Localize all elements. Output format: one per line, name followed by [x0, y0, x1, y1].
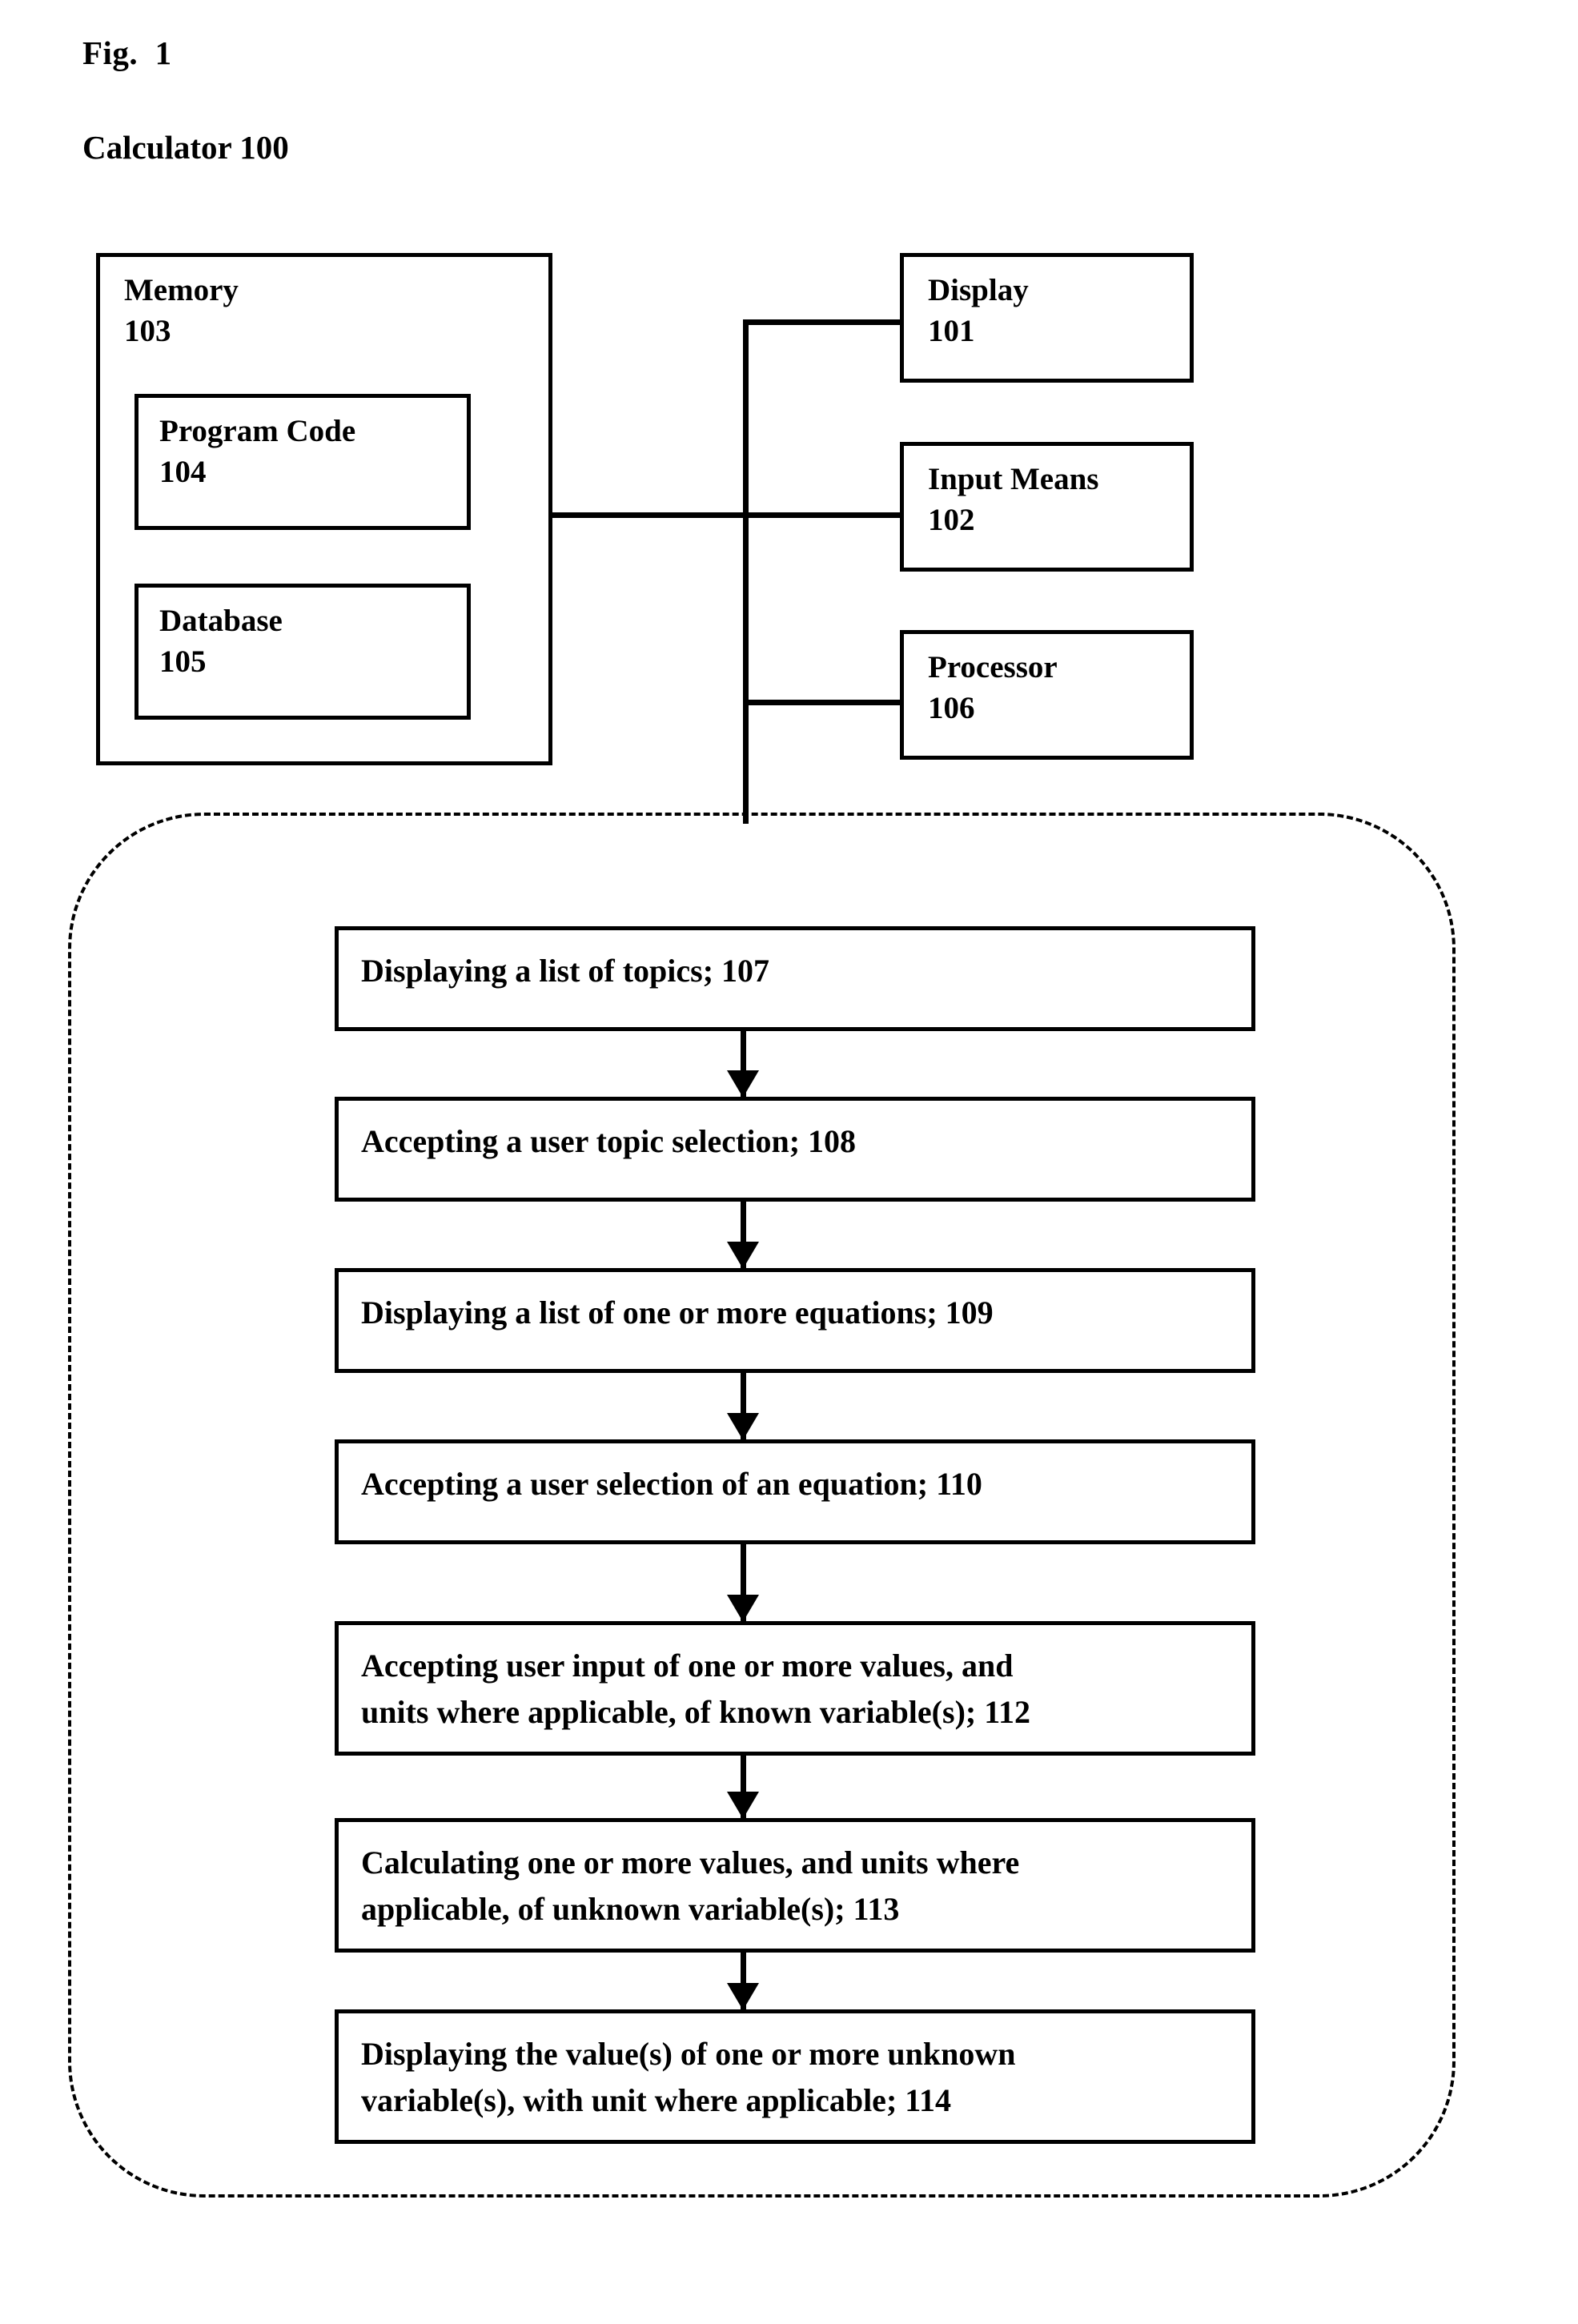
- arrow-head-icon: [727, 1983, 759, 2010]
- step-line: applicable, of unknown variable(s); 113: [361, 1891, 900, 1927]
- program-code-label: Program Code 104: [159, 411, 355, 493]
- step-box-112[interactable]: Accepting user input of one or more valu…: [335, 1621, 1255, 1756]
- step-line: Accepting a user selection of an equatio…: [361, 1466, 982, 1502]
- step-box-110[interactable]: Accepting a user selection of an equatio…: [335, 1439, 1255, 1544]
- memory-ref: 103: [124, 314, 171, 349]
- display-ref: 101: [928, 314, 975, 349]
- input-means-block-label: Input Means 102: [928, 459, 1098, 541]
- step-box-109[interactable]: Displaying a list of one or more equatio…: [335, 1268, 1255, 1373]
- bus-memory-segment: [551, 512, 749, 518]
- step-line: Displaying a list of one or more equatio…: [361, 1294, 994, 1331]
- step-box-108[interactable]: Accepting a user topic selection; 108: [335, 1097, 1255, 1202]
- step-box-114[interactable]: Displaying the value(s) of one or more u…: [335, 2009, 1255, 2144]
- arrow-head-icon: [727, 1595, 759, 1622]
- step-line: Displaying a list of topics; 107: [361, 953, 770, 989]
- memory-name: Memory: [124, 273, 239, 307]
- database-ref: 105: [159, 644, 207, 680]
- processor-block: Processor 106: [900, 630, 1194, 760]
- step-text-110: Accepting a user selection of an equatio…: [361, 1461, 1240, 1507]
- arrow-113-to-114: [727, 1953, 759, 2010]
- bus-display-branch: [743, 319, 903, 325]
- step-line: Accepting a user topic selection; 108: [361, 1123, 857, 1159]
- program-code-ref: 104: [159, 455, 207, 490]
- display-block-label: Display 101: [928, 270, 1029, 352]
- program-code-name: Program Code: [159, 414, 356, 448]
- processor-block-label: Processor 106: [928, 647, 1058, 729]
- step-text-107: Displaying a list of topics; 107: [361, 948, 1240, 994]
- display-name: Display: [928, 273, 1029, 307]
- step-text-109: Displaying a list of one or more equatio…: [361, 1290, 1240, 1336]
- figure-title: Calculator 100: [82, 129, 289, 166]
- display-block: Display 101: [900, 253, 1194, 383]
- step-text-113: Calculating one or more values, and unit…: [361, 1840, 1240, 1933]
- figure-number-label: Fig. 1: [82, 34, 172, 71]
- step-line: Calculating one or more values, and unit…: [361, 1844, 1020, 1880]
- processor-name: Processor: [928, 650, 1058, 684]
- step-text-112: Accepting user input of one or more valu…: [361, 1643, 1240, 1736]
- arrow-107-to-108: [727, 1031, 759, 1098]
- bus-vertical-trunk: [743, 319, 749, 824]
- arrow-108-to-109: [727, 1202, 759, 1269]
- step-line: variable(s), with unit where applicable;…: [361, 2082, 952, 2118]
- arrow-head-icon: [727, 1413, 759, 1440]
- arrow-110-to-112: [727, 1544, 759, 1622]
- arrow-109-to-110: [727, 1373, 759, 1440]
- program-code-block: Program Code 104: [135, 394, 471, 530]
- arrow-head-icon: [727, 1070, 759, 1098]
- step-box-107[interactable]: Displaying a list of topics; 107: [335, 926, 1255, 1031]
- arrow-head-icon: [727, 1792, 759, 1819]
- database-name: Database: [159, 604, 283, 638]
- step-line: Displaying the value(s) of one or more u…: [361, 2036, 1016, 2072]
- bus-processor-branch: [743, 700, 903, 705]
- input-means-name: Input Means: [928, 462, 1099, 496]
- input-means-block: Input Means 102: [900, 442, 1194, 572]
- memory-block-label: Memory 103: [124, 270, 239, 352]
- step-text-114: Displaying the value(s) of one or more u…: [361, 2031, 1240, 2124]
- input-means-ref: 102: [928, 503, 975, 538]
- processor-ref: 106: [928, 691, 975, 726]
- step-text-108: Accepting a user topic selection; 108: [361, 1118, 1240, 1165]
- figure-page: Fig. 1 Calculator 100 Memory 103 Program…: [0, 0, 1578, 2324]
- database-label: Database 105: [159, 600, 283, 683]
- arrow-112-to-113: [727, 1756, 759, 1819]
- arrow-head-icon: [727, 1242, 759, 1269]
- step-box-113[interactable]: Calculating one or more values, and unit…: [335, 1818, 1255, 1953]
- bus-input-means-branch: [743, 512, 903, 518]
- step-line: units where applicable, of known variabl…: [361, 1694, 1030, 1730]
- database-block: Database 105: [135, 584, 471, 720]
- step-line: Accepting user input of one or more valu…: [361, 1648, 1014, 1684]
